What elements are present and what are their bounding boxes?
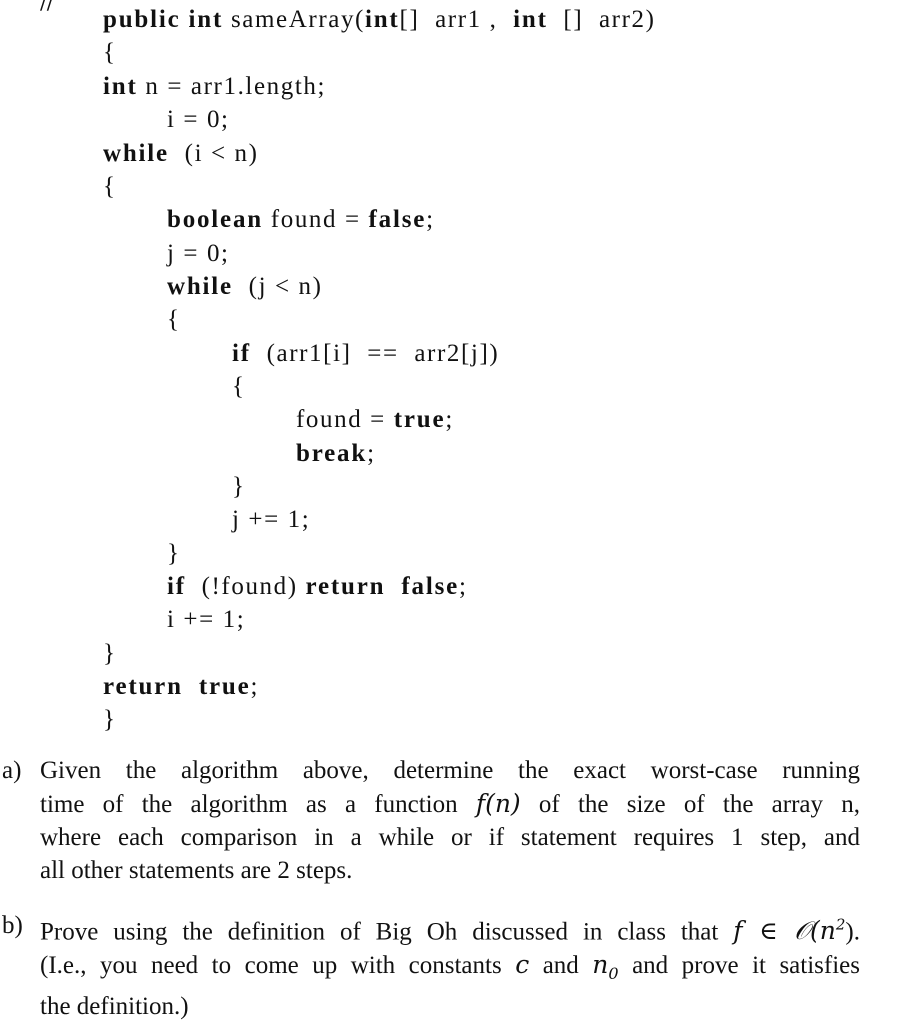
code-line: return true; xyxy=(103,673,260,700)
code-line: { xyxy=(232,373,246,400)
code-line-signature: public int sameArray(int[] arr1 , int []… xyxy=(103,6,656,33)
question-b: b) Prove using the definition of Big Oh … xyxy=(2,909,862,1020)
code-line: if (arr1[i] == arr2[j]) xyxy=(232,340,500,367)
question-label: a) xyxy=(2,757,22,784)
text-line: Given the algorithm above, determine the… xyxy=(40,757,860,784)
math-n0: n0 xyxy=(592,950,619,984)
code-line: i += 1; xyxy=(167,606,246,633)
math-c: c xyxy=(515,950,530,980)
question-a: a) Given the algorithm above, determine … xyxy=(2,754,862,894)
code-line: break; xyxy=(296,440,376,467)
code-line: i = 0; xyxy=(167,106,230,133)
code-line: while (j < n) xyxy=(167,273,323,300)
question-text: Prove using the definition of Big Oh dis… xyxy=(40,909,860,1023)
question-label: b) xyxy=(2,912,23,939)
text-line: where each comparison in a while or if s… xyxy=(40,824,860,851)
text-line: Prove using the definition of Big Oh dis… xyxy=(40,916,860,946)
code-line: found = true; xyxy=(296,406,454,433)
text-line: the definition.) xyxy=(40,993,189,1021)
code-line: if (!found) return false; xyxy=(167,573,468,600)
code-line: } xyxy=(103,706,117,733)
cropped-comment-fragment: // xyxy=(40,0,54,14)
code-line: } xyxy=(232,473,246,500)
code-line: int n = arr1.length; xyxy=(103,73,327,100)
math-f-of-n: f(n) xyxy=(475,789,521,818)
code-line: } xyxy=(167,540,181,567)
question-text: Given the algorithm above, determine the… xyxy=(40,754,860,887)
text-line: (I.e., you need to come up with constant… xyxy=(40,950,860,984)
code-line: { xyxy=(103,39,117,66)
text-line: time of the algorithm as a function f(n)… xyxy=(40,789,860,818)
code-line: } xyxy=(103,640,117,667)
code-line: j = 0; xyxy=(167,240,230,267)
code-line: while (i < n) xyxy=(103,140,259,167)
code-line: boolean found = false; xyxy=(167,206,435,233)
math-big-o: f ∈ 𝒪(n2 xyxy=(733,916,846,946)
code-line: { xyxy=(103,173,117,200)
code-line: j += 1; xyxy=(232,506,311,533)
code-line: { xyxy=(167,306,181,333)
text-line: all other statements are 2 steps. xyxy=(40,857,353,884)
